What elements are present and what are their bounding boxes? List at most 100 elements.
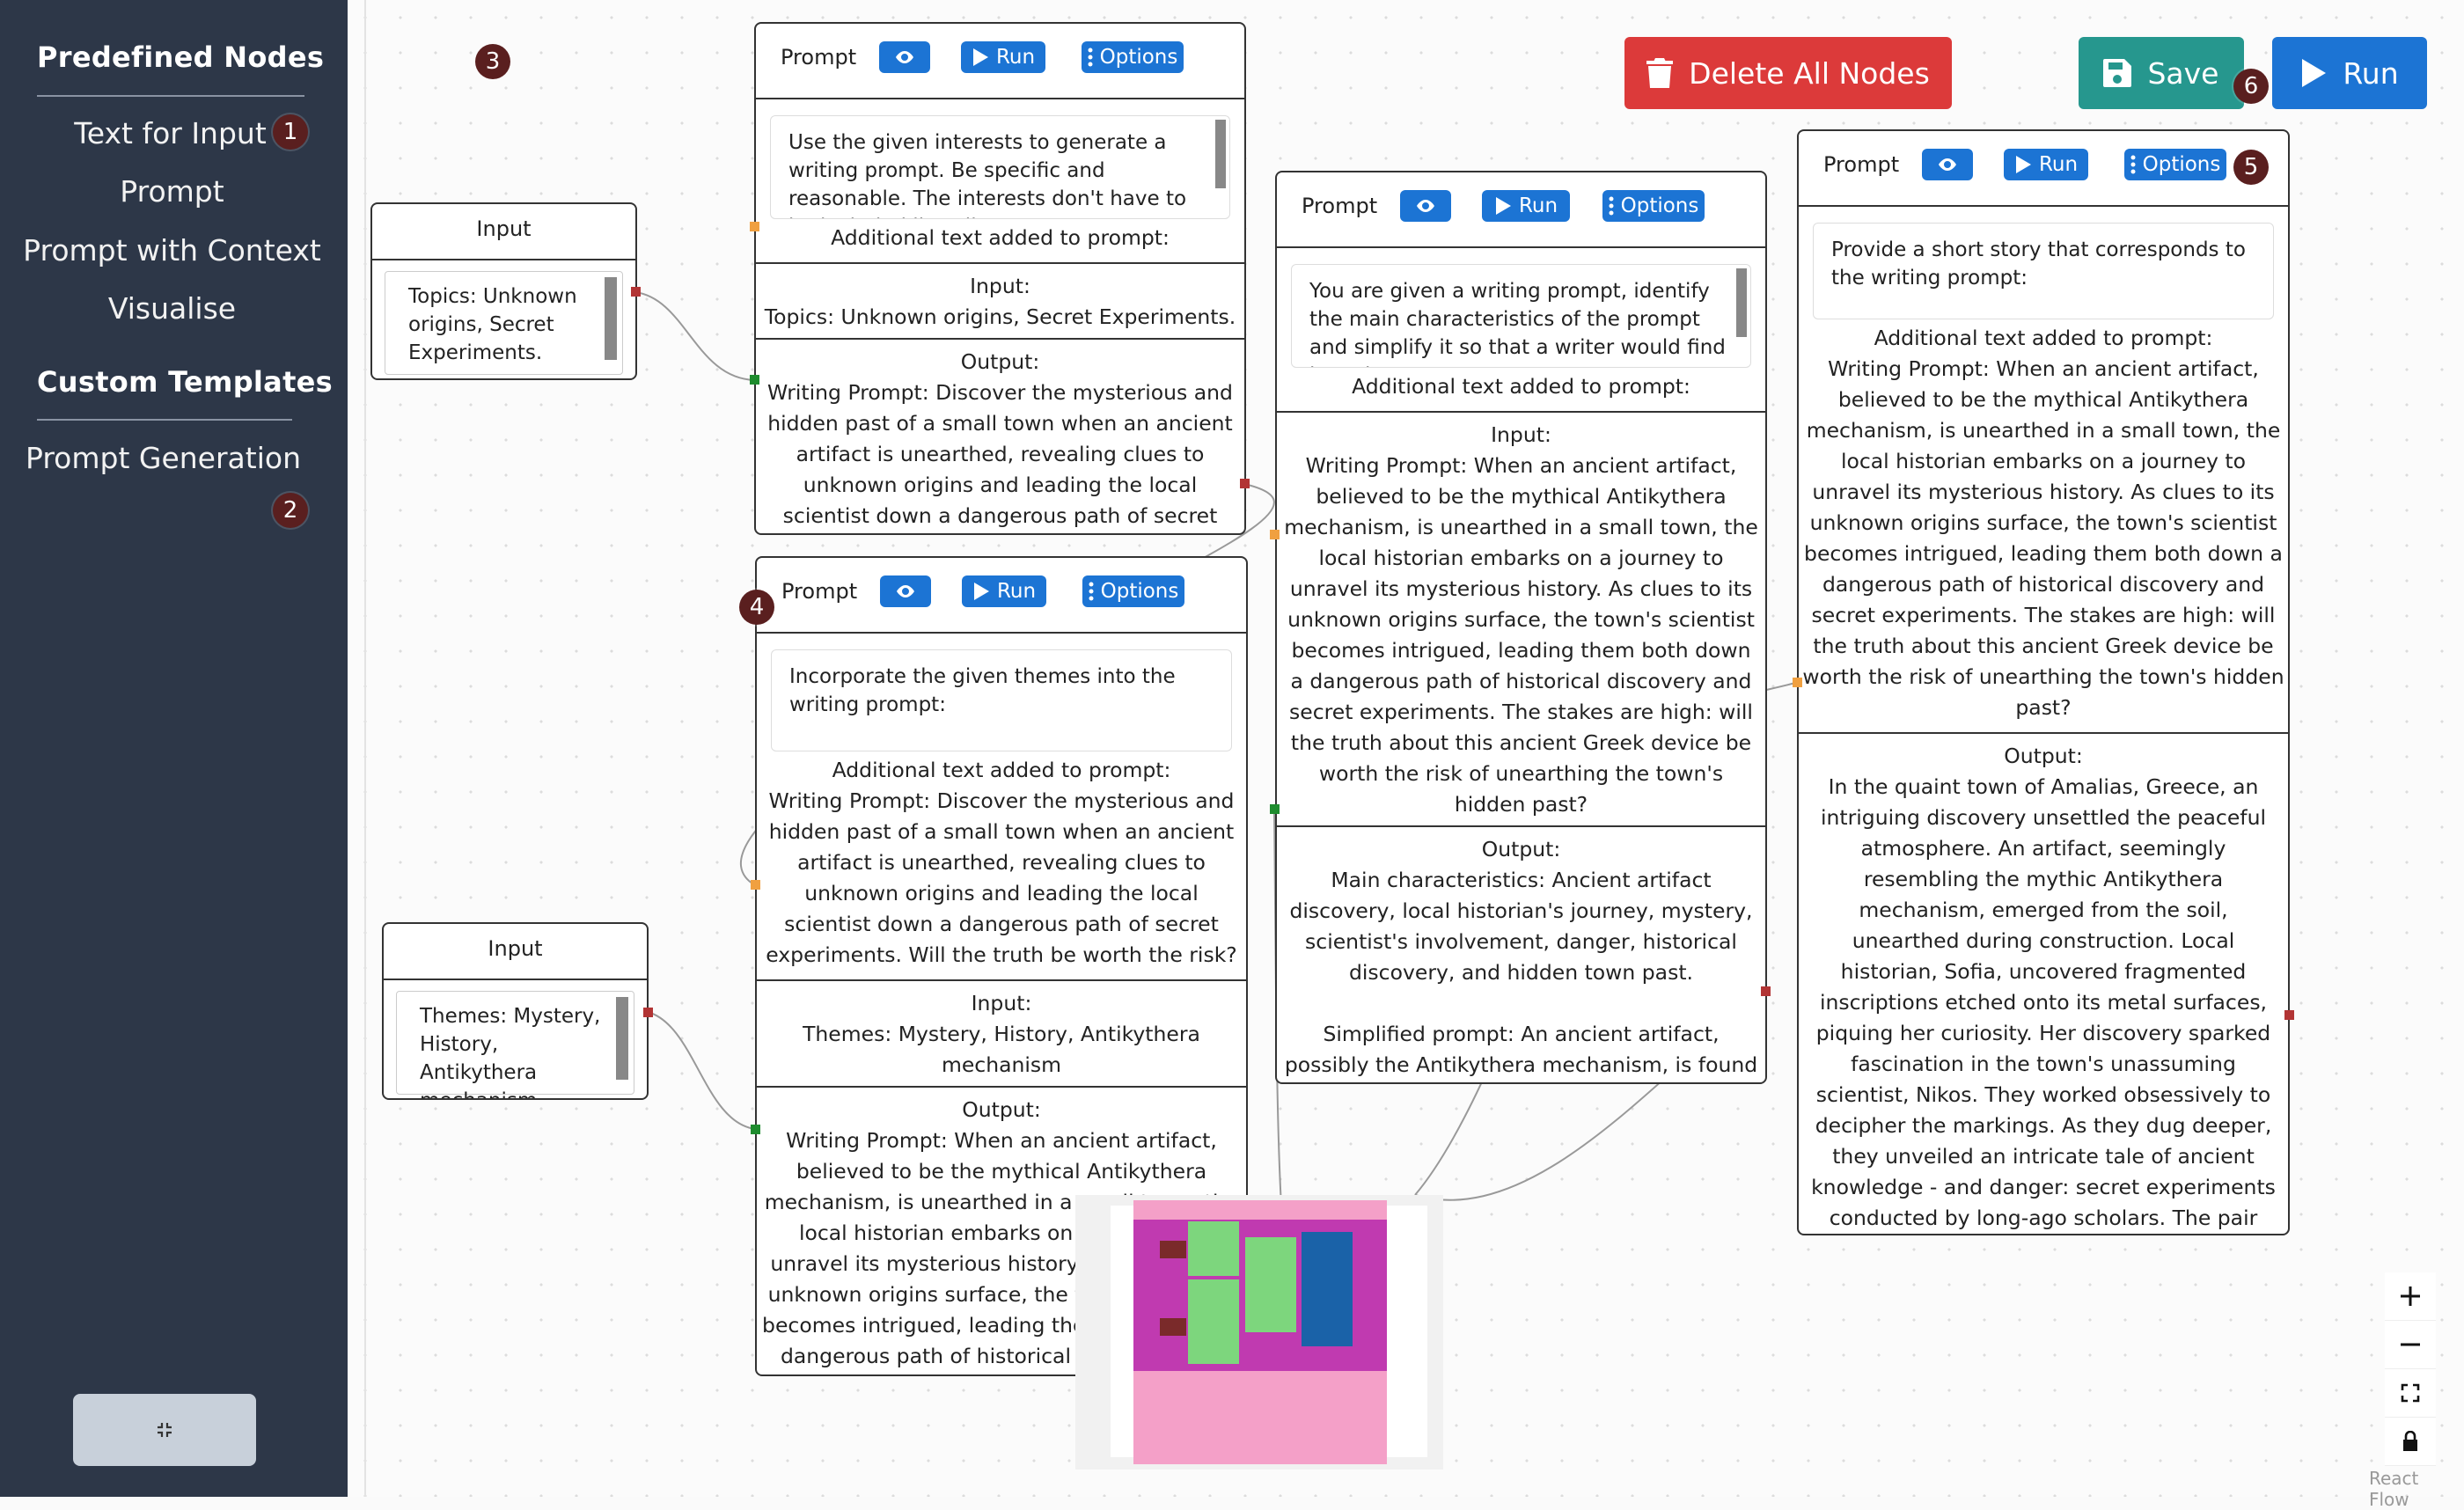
kebab-icon [2130, 155, 2136, 174]
additional-text-label: Additional text added to prompt: [1874, 326, 2213, 350]
run-all-button[interactable]: Run [2272, 37, 2427, 109]
sidebar-item-visualise[interactable]: Visualise [0, 291, 346, 326]
eye-icon [1417, 200, 1434, 212]
prompt-textarea[interactable]: Incorporate the given themes into the wr… [771, 649, 1232, 751]
play-icon [973, 583, 989, 600]
source-handle[interactable] [2284, 1010, 2294, 1020]
zoom-out-button[interactable] [2385, 1321, 2436, 1369]
context-handle[interactable] [750, 222, 759, 231]
custom-templates-heading: Custom Templates [37, 365, 334, 399]
context-handle[interactable] [751, 880, 760, 890]
run-node-button[interactable]: Run [2004, 149, 2088, 180]
input-textarea[interactable]: Themes: Mystery, History, Antikythera me… [396, 991, 634, 1098]
scrollbar[interactable] [1736, 268, 1747, 337]
node-title: Prompt [1823, 152, 1900, 177]
play-icon [2015, 156, 2031, 173]
source-handle[interactable] [1761, 986, 1771, 996]
context-handle[interactable] [1270, 530, 1280, 539]
input-label: Input: [1491, 422, 1551, 447]
lock-button[interactable] [2385, 1418, 2436, 1466]
prompt-textarea[interactable]: Use the given interests to generate a wr… [770, 115, 1230, 219]
node-title: Input [488, 936, 543, 961]
target-handle[interactable] [1270, 804, 1280, 814]
input-text: Themes: Mystery, History, Antikythera me… [420, 1005, 601, 1098]
output-value: Writing Prompt: Discover the mysterious … [767, 380, 1233, 528]
options-button[interactable]: Options [1082, 41, 1184, 73]
kebab-icon [1089, 582, 1094, 601]
prompt-node[interactable]: Prompt Run Options Provide a short story… [1797, 129, 2290, 1235]
options-button[interactable]: Options [1602, 190, 1705, 222]
plus-icon [2401, 1286, 2420, 1306]
source-handle[interactable] [631, 287, 641, 297]
eye-icon [897, 585, 914, 597]
prompt-text: Incorporate the given themes into the wr… [789, 665, 1176, 716]
input-label: Input: [970, 274, 1030, 298]
options-button[interactable]: Options [2124, 149, 2226, 180]
input-node[interactable]: Input Themes: Mystery, History, Antikyth… [382, 922, 649, 1100]
zoom-in-button[interactable] [2385, 1272, 2436, 1321]
step-badge: 3 [475, 44, 510, 79]
play-icon [2302, 59, 2327, 87]
scrollbar[interactable] [605, 277, 617, 360]
node-title: Prompt [781, 45, 857, 70]
prompt-node[interactable]: Prompt Run Options Use the given interes… [754, 22, 1246, 535]
scrollbar[interactable] [1215, 120, 1226, 188]
step-badge: 4 [739, 590, 774, 625]
sidebar-item-prompt-with-context[interactable]: Prompt with Context [0, 233, 346, 268]
node-title: Prompt [1302, 194, 1378, 218]
prompt-node[interactable]: Prompt Run Options You are given a writi… [1275, 171, 1767, 1084]
kebab-icon [1609, 196, 1614, 216]
prompt-textarea[interactable]: Provide a short story that corresponds t… [1813, 223, 2274, 319]
target-handle[interactable] [751, 1125, 760, 1134]
save-button[interactable]: Save [2079, 37, 2244, 109]
preview-button[interactable] [1922, 149, 1973, 180]
kebab-icon [1088, 48, 1093, 67]
input-section: Input: Themes: Mystery, History, Antikyt… [757, 979, 1246, 1086]
minimap[interactable] [1075, 1195, 1443, 1470]
run-node-button[interactable]: Run [962, 575, 1046, 607]
step-badge: 6 [2233, 69, 2269, 104]
context-handle[interactable] [1793, 678, 1802, 687]
node-title: Input [476, 216, 532, 241]
collapse-sidebar-button[interactable] [73, 1394, 256, 1466]
source-handle[interactable] [1240, 479, 1250, 488]
heading-divider [37, 95, 304, 97]
output-section: Output: Writing Prompt: Discover the mys… [756, 338, 1244, 533]
run-node-button[interactable]: Run [1482, 190, 1570, 222]
output-label: Output: [960, 349, 1040, 374]
sidebar-item-prompt[interactable]: Prompt [0, 174, 346, 209]
minus-icon [2401, 1343, 2420, 1346]
attribution[interactable]: React Flow [2369, 1468, 2464, 1510]
output-value: In the quaint town of Amalias, Greece, a… [1811, 774, 2276, 1230]
input-section: Input: Topics: Unknown origins, Secret E… [756, 262, 1244, 338]
input-label: Input: [971, 991, 1032, 1015]
preview-button[interactable] [879, 41, 930, 73]
fit-view-button[interactable] [2385, 1369, 2436, 1418]
sidebar: Predefined Nodes Text for Input Prompt P… [0, 0, 348, 1497]
options-button[interactable]: Options [1082, 575, 1184, 607]
run-node-button[interactable]: Run [961, 41, 1045, 73]
trash-icon [1646, 58, 1674, 88]
additional-text-label: Additional text added to prompt: [831, 225, 1170, 250]
preview-button[interactable] [880, 575, 931, 607]
input-text: Topics: Unknown origins, Secret Experime… [408, 285, 577, 364]
additional-text-section: Additional text added to prompt: Writing… [757, 755, 1246, 971]
input-node[interactable]: Input Topics: Unknown origins, Secret Ex… [370, 202, 637, 380]
collapse-icon [158, 1423, 172, 1437]
play-icon [1495, 197, 1511, 215]
prompt-text: Use the given interests to generate a wr… [788, 131, 1187, 218]
prompt-textarea[interactable]: You are given a writing prompt, identify… [1291, 264, 1751, 368]
output-label: Output: [2004, 744, 2083, 768]
step-badge: 1 [273, 114, 308, 150]
input-value: Topics: Unknown origins, Secret Experime… [764, 304, 1236, 329]
input-textarea[interactable]: Topics: Unknown origins, Secret Experime… [385, 271, 623, 375]
delete-all-nodes-button[interactable]: Delete All Nodes [1624, 37, 1952, 109]
scrollbar[interactable] [616, 997, 628, 1080]
target-handle[interactable] [750, 375, 759, 385]
step-badge: 2 [273, 493, 308, 528]
node-title: Prompt [781, 579, 858, 604]
sidebar-item-prompt-generation[interactable]: Prompt Generation [0, 441, 337, 475]
eye-icon [1939, 158, 1956, 171]
source-handle[interactable] [643, 1008, 653, 1017]
preview-button[interactable] [1400, 190, 1451, 222]
